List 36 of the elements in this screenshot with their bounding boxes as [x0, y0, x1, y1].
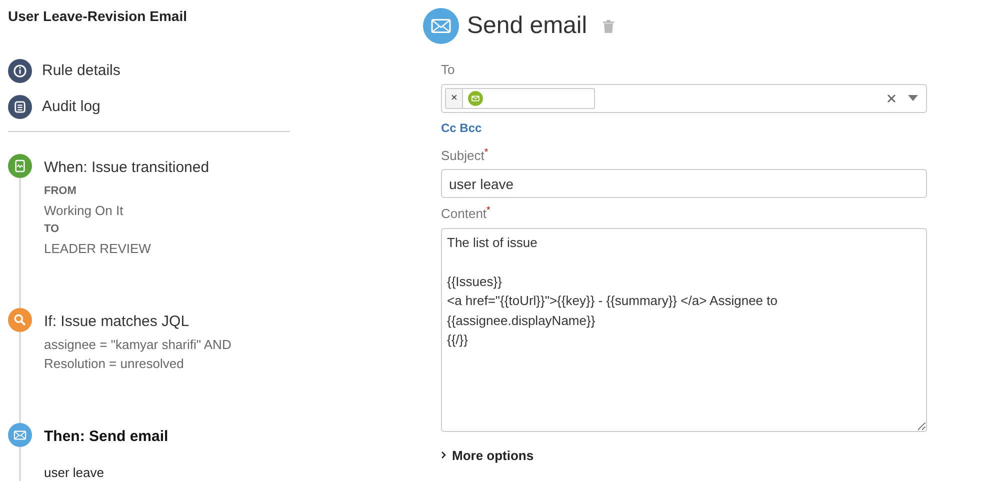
field-label: To	[441, 61, 456, 79]
recipient-field[interactable]: ×	[441, 84, 927, 112]
nav-link[interactable]: Audit log	[42, 96, 100, 118]
step-detail: TO	[44, 222, 60, 236]
cc-bcc-link[interactable]: Cc Bcc	[441, 118, 482, 136]
nav-link[interactable]: Rule details	[42, 60, 120, 82]
step-detail: LEADER REVIEW	[44, 240, 152, 258]
list-icon	[8, 95, 32, 119]
chevron-icon	[441, 451, 446, 460]
envelope-icon	[468, 90, 484, 106]
rule-title: User Leave-Revision Email	[8, 7, 188, 26]
caret-icon[interactable]	[908, 95, 918, 101]
step-detail: Resolution = unresolved	[44, 355, 185, 373]
editor-title: Send email	[467, 11, 588, 41]
step-detail: assignee = "kamyar sharifi" AND	[44, 336, 232, 354]
search-icon	[8, 308, 32, 332]
step-detail: Working On It	[44, 202, 124, 220]
step-title[interactable]: Then: Send email	[44, 426, 168, 448]
info-icon	[8, 59, 32, 83]
clear-icon[interactable]	[887, 94, 896, 102]
envelope-icon	[423, 8, 459, 44]
step-detail: user leave	[44, 464, 105, 480]
document-icon	[8, 154, 32, 178]
step-detail: FROM	[44, 184, 78, 198]
step-title[interactable]: When: Issue transitioned	[44, 157, 210, 180]
required-mark: *	[484, 146, 488, 158]
required-mark: *	[486, 205, 490, 216]
envelope-icon	[8, 423, 32, 447]
field-label: Subject	[441, 148, 484, 162]
field-label: Content	[441, 206, 487, 221]
content-field[interactable]: The list of issue {{Issues}} <a href="{{toUrl}}">{{key}} - {{summary}} </a> Assignee to {{assignee.displayName}} {{/}}	[441, 228, 927, 432]
more-options-button[interactable]: More options	[441, 446, 534, 465]
subject-field[interactable]: user leave	[441, 169, 927, 198]
recipient-chip[interactable]: ×	[445, 88, 595, 108]
step-title[interactable]: If: Issue matches JQL	[44, 310, 232, 333]
remove-button[interactable]: ×	[446, 88, 464, 108]
